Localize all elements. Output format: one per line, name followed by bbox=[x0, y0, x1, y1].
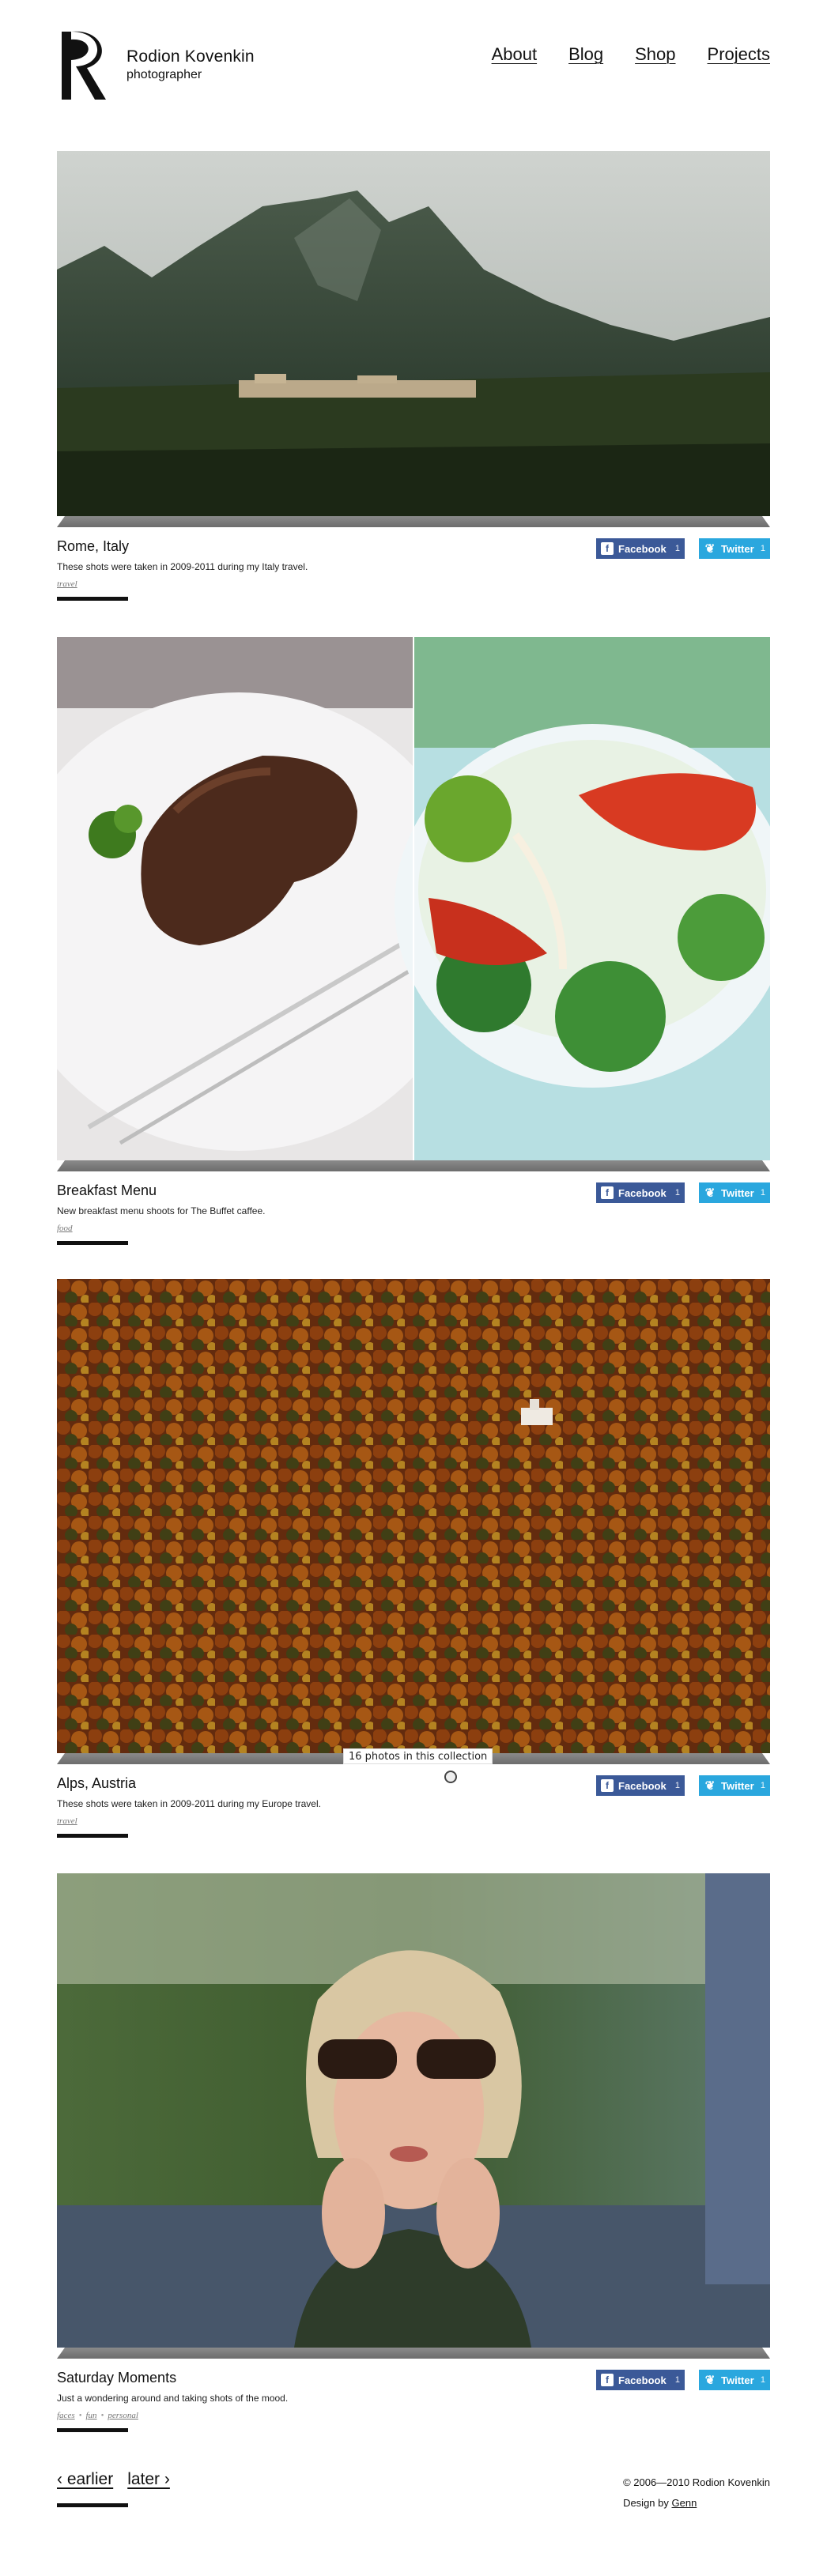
tag-link[interactable]: personal bbox=[108, 2411, 138, 2420]
post-saturday-moments: Saturday Moments Just a wondering around… bbox=[57, 1873, 770, 2434]
facebook-icon: f bbox=[601, 1779, 614, 1792]
twitter-icon: ❦ bbox=[704, 2374, 716, 2387]
post-meta: Saturday Moments Just a wondering around… bbox=[57, 2359, 770, 2434]
share-buttons: f Facebook 1 ❦ Twitter 1 bbox=[596, 2370, 770, 2390]
tag-link[interactable]: food bbox=[57, 1224, 73, 1233]
collection-caption[interactable]: 16 photos in this collection bbox=[343, 1748, 493, 1764]
divider bbox=[57, 1834, 128, 1838]
post-photo[interactable] bbox=[57, 1873, 770, 2359]
divider bbox=[57, 2428, 128, 2432]
facebook-count: 1 bbox=[674, 1781, 680, 1790]
post-rome-italy: Rome, Italy These shots were taken in 20… bbox=[57, 151, 770, 602]
mountain-landscape-photo bbox=[57, 151, 770, 516]
divider bbox=[57, 2503, 128, 2507]
twitter-count: 1 bbox=[760, 2375, 765, 2385]
site-header: Rodion Kovenkin photographer About Blog … bbox=[57, 28, 770, 107]
facebook-label: Facebook bbox=[618, 2374, 667, 2386]
post-title[interactable]: Rome, Italy bbox=[57, 538, 129, 555]
post-tags: travel bbox=[57, 1816, 77, 1826]
facebook-icon: f bbox=[601, 542, 614, 555]
facebook-icon: f bbox=[601, 2374, 614, 2386]
earlier-link[interactable]: ‹ earlier bbox=[57, 2470, 113, 2489]
tag-separator: • bbox=[78, 2411, 82, 2420]
share-buttons: f Facebook 1 ❦ Twitter 1 bbox=[596, 1182, 770, 1203]
twitter-count: 1 bbox=[760, 1188, 765, 1197]
twitter-label: Twitter bbox=[721, 542, 754, 555]
facebook-share-button[interactable]: f Facebook 1 bbox=[596, 1182, 685, 1203]
post-breakfast-menu: Breakfast Menu New breakfast menu shoots… bbox=[57, 637, 770, 1247]
twitter-count: 1 bbox=[760, 544, 765, 553]
post-alps-austria: 16 photos in this collection Alps, Austr… bbox=[57, 1279, 770, 1839]
post-title[interactable]: Breakfast Menu bbox=[57, 1182, 157, 1199]
main-nav: About Blog Shop Projects bbox=[492, 44, 770, 65]
divider bbox=[57, 597, 128, 601]
design-credit-prefix: Design by bbox=[623, 2497, 669, 2509]
post-description: These shots were taken in 2009-2011 duri… bbox=[57, 1798, 321, 1809]
site-subtitle: photographer bbox=[127, 68, 202, 81]
designer-link[interactable]: Genn bbox=[672, 2497, 697, 2509]
twitter-label: Twitter bbox=[721, 1779, 754, 1792]
food-diptych-photo bbox=[57, 637, 770, 1160]
post-description: New breakfast menu shoots for The Buffet… bbox=[57, 1205, 266, 1216]
post-title[interactable]: Saturday Moments bbox=[57, 2370, 176, 2386]
pagination: ‹ earlier later › bbox=[57, 2470, 170, 2489]
nav-about[interactable]: About bbox=[492, 44, 538, 65]
twitter-share-button[interactable]: ❦ Twitter 1 bbox=[699, 2370, 770, 2390]
facebook-share-button[interactable]: f Facebook 1 bbox=[596, 1775, 685, 1796]
mouse-cursor-icon bbox=[444, 1771, 457, 1783]
post-photo[interactable] bbox=[57, 637, 770, 1171]
twitter-share-button[interactable]: ❦ Twitter 1 bbox=[699, 1775, 770, 1796]
post-tags: faces • fun • personal bbox=[57, 2411, 138, 2420]
facebook-label: Facebook bbox=[618, 1779, 667, 1792]
facebook-count: 1 bbox=[674, 1188, 680, 1197]
nav-projects[interactable]: Projects bbox=[708, 44, 770, 65]
tag-link[interactable]: travel bbox=[57, 579, 77, 589]
post-tags: travel bbox=[57, 579, 77, 589]
later-link[interactable]: later › bbox=[127, 2470, 170, 2489]
facebook-icon: f bbox=[601, 1186, 614, 1199]
twitter-icon: ❦ bbox=[704, 1779, 716, 1793]
post-photo[interactable] bbox=[57, 151, 770, 527]
tag-link[interactable]: travel bbox=[57, 1816, 77, 1826]
photo-shadow bbox=[57, 516, 770, 527]
design-credit: Design by Genn bbox=[623, 2493, 770, 2514]
site-footer: © 2006—2010 Rodion Kovenkin Design by Ge… bbox=[623, 2472, 770, 2514]
facebook-share-button[interactable]: f Facebook 1 bbox=[596, 538, 685, 559]
share-buttons: f Facebook 1 ❦ Twitter 1 bbox=[596, 1775, 770, 1796]
photo-shadow bbox=[57, 2348, 770, 2359]
twitter-label: Twitter bbox=[721, 2374, 754, 2386]
twitter-share-button[interactable]: ❦ Twitter 1 bbox=[699, 538, 770, 559]
post-meta: Rome, Italy These shots were taken in 20… bbox=[57, 527, 770, 602]
copyright-text: © 2006—2010 Rodion Kovenkin bbox=[623, 2476, 770, 2488]
post-meta: Breakfast Menu New breakfast menu shoots… bbox=[57, 1171, 770, 1247]
portrait-photo bbox=[57, 1873, 770, 2348]
logo-icon[interactable] bbox=[57, 28, 108, 101]
twitter-icon: ❦ bbox=[704, 542, 716, 556]
tag-separator: • bbox=[100, 2411, 104, 2420]
tag-link[interactable]: faces bbox=[57, 2411, 75, 2420]
facebook-count: 1 bbox=[674, 2375, 680, 2385]
nav-blog[interactable]: Blog bbox=[568, 44, 603, 65]
photo-shadow bbox=[57, 1160, 770, 1171]
share-buttons: f Facebook 1 ❦ Twitter 1 bbox=[596, 538, 770, 559]
twitter-icon: ❦ bbox=[704, 1186, 716, 1200]
post-photo[interactable]: 16 photos in this collection bbox=[57, 1279, 770, 1764]
post-title[interactable]: Alps, Austria bbox=[57, 1775, 136, 1792]
facebook-count: 1 bbox=[674, 544, 680, 553]
twitter-label: Twitter bbox=[721, 1186, 754, 1199]
twitter-count: 1 bbox=[760, 1781, 765, 1790]
post-description: Just a wondering around and taking shots… bbox=[57, 2393, 289, 2404]
divider bbox=[57, 1241, 128, 1245]
twitter-share-button[interactable]: ❦ Twitter 1 bbox=[699, 1182, 770, 1203]
post-description: These shots were taken in 2009-2011 duri… bbox=[57, 561, 308, 572]
facebook-label: Facebook bbox=[618, 1186, 667, 1199]
nav-shop[interactable]: Shop bbox=[635, 44, 675, 65]
post-tags: food bbox=[57, 1224, 73, 1233]
facebook-label: Facebook bbox=[618, 542, 667, 555]
autumn-forest-photo bbox=[57, 1279, 770, 1753]
site-title[interactable]: Rodion Kovenkin bbox=[127, 47, 255, 66]
facebook-share-button[interactable]: f Facebook 1 bbox=[596, 2370, 685, 2390]
post-meta: Alps, Austria These shots were taken in … bbox=[57, 1764, 770, 1839]
tag-link[interactable]: fun bbox=[85, 2411, 96, 2420]
